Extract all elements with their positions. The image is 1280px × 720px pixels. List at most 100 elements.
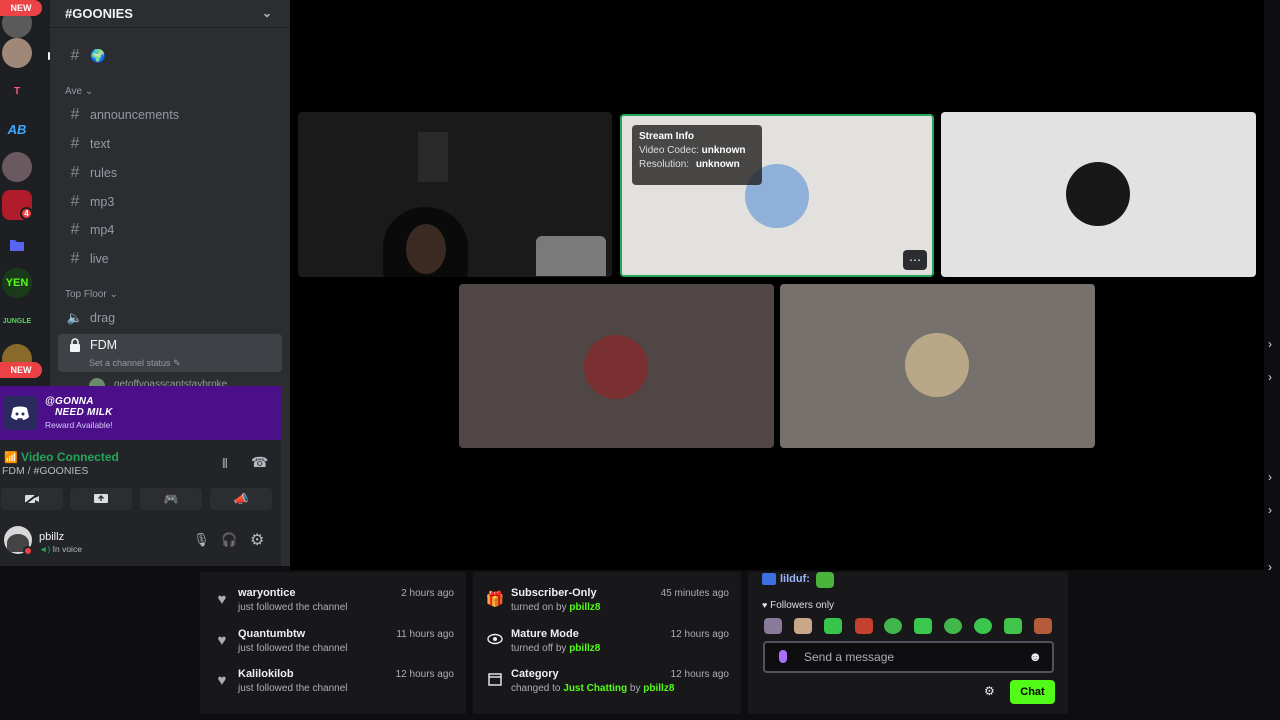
channel-text[interactable]: # text <box>58 132 282 156</box>
activity-item[interactable]: Category changed to Just Chatting by pbi… <box>473 667 741 707</box>
channel-name: mp3 <box>90 195 115 209</box>
member-name[interactable]: getoffyoasscantstaybroke <box>114 378 227 386</box>
category-icon <box>485 671 505 691</box>
screen: ♥ waryontice just followed the channel 2… <box>0 0 1280 720</box>
server-icon[interactable] <box>2 38 32 68</box>
reward-banner[interactable]: @GONNA NEED MILK Reward Available! <box>0 386 281 440</box>
emote-icon[interactable] <box>855 618 873 634</box>
emote-icon[interactable] <box>944 618 962 634</box>
chevron-down-icon: ⌄ <box>109 289 118 300</box>
video-tile-camera[interactable] <box>298 112 612 277</box>
activities-icon[interactable]: 🎮 <box>140 488 202 510</box>
chat-input[interactable]: Send a message ☻ <box>763 641 1054 673</box>
soundboard-icon[interactable]: 📣 <box>210 488 272 510</box>
hash-icon: # <box>70 164 80 181</box>
emote-icon[interactable] <box>914 618 932 634</box>
video-stage: Stream Info Video Codec: unknown Resolut… <box>290 0 1264 570</box>
channel-name: live <box>90 252 109 266</box>
chat-settings-icon[interactable]: ⚙ <box>984 684 995 698</box>
chevron-right-icon[interactable]: › <box>1268 370 1272 384</box>
channel-mp3[interactable]: # mp3 <box>58 190 282 214</box>
hash-icon: # <box>70 135 80 152</box>
speaker-icon: 🔈 <box>66 310 84 325</box>
voice-status[interactable]: 📶 Video Connected <box>4 450 119 464</box>
channel-name: text <box>90 137 111 151</box>
chat-avatar <box>794 618 812 634</box>
channel-mp4[interactable]: # mp4 <box>58 218 282 242</box>
category-top-floor[interactable]: Top Floor ⌄ <box>65 289 118 300</box>
chevron-right-icon[interactable]: › <box>1268 470 1272 484</box>
emote-icon[interactable] <box>1034 618 1052 634</box>
headphones-icon[interactable]: 🎧 <box>221 532 237 548</box>
noise-suppression-icon[interactable]: ⦀ <box>222 456 228 472</box>
channel-name: rules <box>90 166 118 180</box>
chat-avatar <box>764 618 782 634</box>
activity-title: Mature Mode <box>511 628 579 640</box>
activity-title: Quantumbtw <box>238 628 306 640</box>
reward-text: @GONNA NEED MILK <box>45 396 113 418</box>
channel-name: FDM <box>90 338 118 352</box>
channel-announcements[interactable]: # announcements <box>58 103 282 127</box>
activity-item[interactable]: Mature Mode turned off by pbillz8 12 hou… <box>473 627 741 667</box>
voice-channel-drag[interactable]: 🔈 drag <box>58 306 282 330</box>
disconnect-icon[interactable]: ☎ <box>251 454 268 471</box>
video-tile-speaking[interactable]: Stream Info Video Codec: unknown Resolut… <box>620 114 934 277</box>
server-header[interactable]: #GOONIES ⌄ <box>50 0 290 28</box>
activity-item[interactable]: 🎁 Subscriber-Only turned on by pbillz8 4… <box>473 586 741 626</box>
chevron-right-icon[interactable]: › <box>1268 503 1272 517</box>
activity-time: 12 hours ago <box>670 669 729 680</box>
activity-time: 45 minutes ago <box>660 588 729 599</box>
video-tile-user[interactable] <box>459 284 774 448</box>
hash-icon: # <box>70 47 80 64</box>
emote-icon[interactable] <box>974 618 992 634</box>
activity-item[interactable]: ♥ waryontice just followed the channel 2… <box>200 586 466 626</box>
chevron-right-icon[interactable]: › <box>1268 337 1272 351</box>
user-panel: pbillz ◄) In voice 🎙 🎧 ⚙ <box>0 526 281 566</box>
username[interactable]: pbillz <box>39 531 64 543</box>
emoji-icon[interactable]: ☻ <box>1028 649 1042 664</box>
emote-icon[interactable] <box>1004 618 1022 634</box>
screen-share-icon[interactable] <box>70 488 132 510</box>
channel-rules[interactable]: # rules <box>58 161 282 185</box>
voice-location[interactable]: FDM / #GOONIES <box>2 465 88 477</box>
video-tile-user[interactable] <box>941 112 1256 277</box>
heart-icon: ♥ <box>217 672 227 689</box>
status-dot <box>23 546 33 556</box>
voice-icon: ◄) <box>39 544 51 554</box>
activity-time: 12 hours ago <box>670 629 729 640</box>
lock-icon <box>66 338 84 357</box>
camera-off-icon[interactable] <box>1 488 63 510</box>
new-badge: NEW <box>0 362 42 378</box>
server-icon[interactable] <box>2 152 32 182</box>
activity-feed-settings: 🎁 Subscriber-Only turned on by pbillz8 4… <box>473 572 741 714</box>
heart-icon: ♥ <box>762 600 768 610</box>
folder-icon[interactable] <box>2 230 32 260</box>
pencil-icon: ✎ <box>173 358 181 368</box>
stream-info-title: Stream Info <box>639 131 695 142</box>
more-options-icon[interactable]: ⋯ <box>903 250 927 270</box>
activity-item[interactable]: ♥ Quantumbtw just followed the channel 1… <box>200 627 466 667</box>
activity-subtitle: changed to Just Chatting by pbillz8 <box>511 683 675 694</box>
heart-icon: ♥ <box>217 632 227 649</box>
server-icon[interactable]: YEN <box>2 268 32 298</box>
hash-icon: # <box>70 193 80 210</box>
category-ave[interactable]: Ave ⌄ <box>65 86 93 97</box>
channel-status[interactable]: Set a channel status ✎ <box>89 358 181 369</box>
emote-icon[interactable] <box>824 618 842 634</box>
chat-send-button[interactable]: Chat <box>1010 680 1055 704</box>
gear-icon[interactable]: ⚙ <box>250 530 264 550</box>
hash-icon: # <box>70 250 80 267</box>
emote-icon[interactable] <box>884 618 902 634</box>
microphone-icon[interactable]: 🎙 <box>193 532 210 548</box>
video-tile-user[interactable] <box>780 284 1095 448</box>
channel-item[interactable]: # 🌍 <box>58 44 282 68</box>
activity-item[interactable]: ♥ Kalilokilob just followed the channel … <box>200 667 466 707</box>
server-icon[interactable]: AB <box>2 114 32 144</box>
channel-live[interactable]: # live <box>58 247 282 271</box>
channel-name: mp4 <box>90 223 115 237</box>
activity-subtitle: turned off by pbillz8 <box>511 643 601 654</box>
chat-username[interactable]: lilduf: <box>780 573 810 585</box>
chevron-right-icon[interactable]: › <box>1268 560 1272 574</box>
server-icon[interactable]: T <box>2 76 32 106</box>
server-icon[interactable]: JUNGLE <box>2 306 32 336</box>
